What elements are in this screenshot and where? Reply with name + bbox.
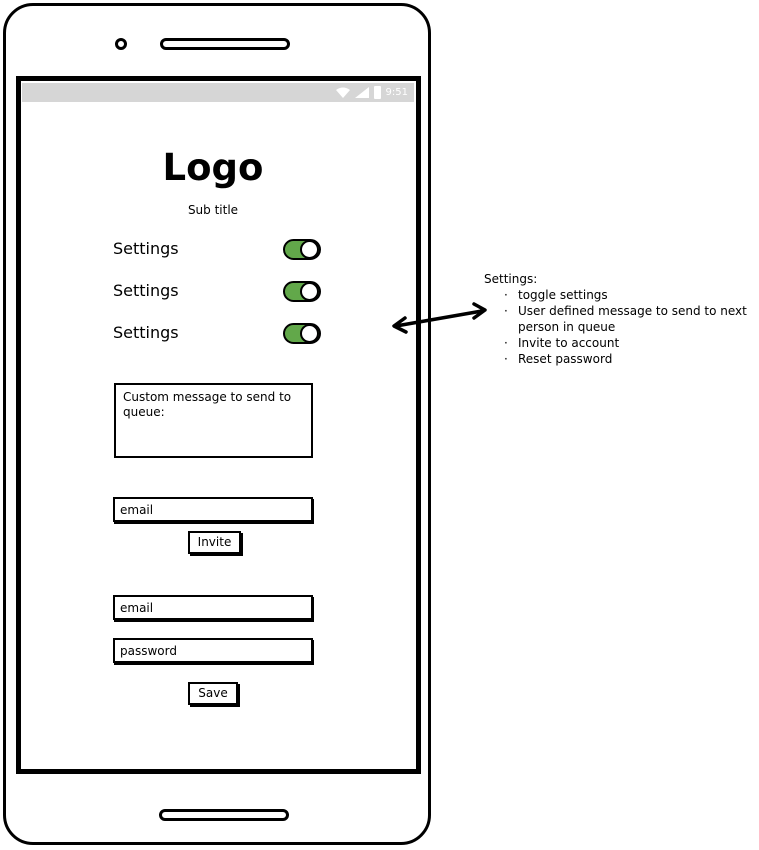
annotation-item: Invite to account [504,335,756,351]
setting-label-1: Settings [113,239,179,258]
invite-email-input[interactable]: email [113,497,313,522]
toggle-knob [300,324,319,343]
status-bar: 9:51 [22,83,414,102]
camera-icon [115,38,127,50]
setting-label-2: Settings [113,281,179,300]
setting-label-3: Settings [113,323,179,342]
annotation-item: User defined message to send to next per… [504,303,756,335]
home-button[interactable] [159,809,289,821]
toggle-knob [300,282,319,301]
account-email-input[interactable]: email [113,595,313,620]
setting-toggle-1[interactable] [283,239,321,260]
custom-message-textarea[interactable]: Custom message to send to queue: [114,383,313,458]
annotation-item: toggle settings [504,287,756,303]
signal-icon [354,87,369,98]
wifi-icon [335,87,350,98]
battery-icon [373,86,381,99]
double-arrow-icon [392,302,487,334]
setting-toggle-2[interactable] [283,281,321,302]
logo: Logo [162,146,264,189]
speaker-top [160,38,290,50]
annotation-item: Reset password [504,351,756,367]
invite-button[interactable]: Invite [188,531,241,554]
annotation-title: Settings: [484,272,538,286]
toggle-knob [300,240,319,259]
annotation-list: toggle settings User defined message to … [484,287,756,367]
status-time: 9:51 [385,87,408,98]
save-button[interactable]: Save [188,682,238,705]
subtitle: Sub title [187,203,239,217]
annotation-note: Settings: toggle settings User defined m… [484,271,756,367]
account-password-input[interactable]: password [113,638,313,663]
setting-toggle-3[interactable] [283,323,321,344]
